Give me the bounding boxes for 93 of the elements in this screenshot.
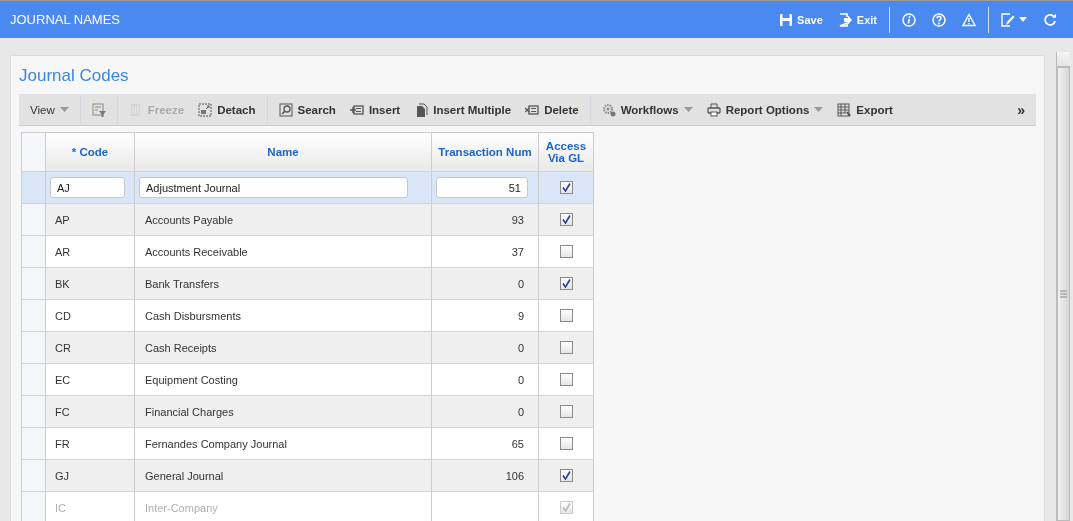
- table-cell: AR: [55, 245, 71, 258]
- table-cell: Equipment Costing: [145, 373, 238, 386]
- table-cell: 0: [517, 341, 524, 354]
- table-cell: 106: [505, 469, 524, 482]
- checkbox[interactable]: [559, 373, 573, 386]
- help-icon: [932, 12, 946, 27]
- table-cell: 0: [517, 277, 524, 290]
- table-row[interactable]: FC Financial Charges 0: [22, 396, 594, 428]
- table-cell: 9: [517, 309, 524, 322]
- table-cell: Bank Transfers: [145, 277, 219, 290]
- checkbox[interactable]: [559, 277, 573, 290]
- table-cell: BK: [55, 277, 70, 290]
- table-cell: Accounts Receivable: [145, 245, 248, 258]
- column-header[interactable]: Name: [135, 133, 432, 171]
- transaction-num-field[interactable]: 51: [436, 177, 528, 198]
- refresh-icon: [1043, 12, 1057, 27]
- detach-icon: [198, 102, 213, 117]
- insert-button[interactable]: Insert: [342, 97, 408, 122]
- detach-button[interactable]: Detach: [191, 97, 263, 122]
- grip-icon: [1060, 290, 1067, 298]
- row-selector[interactable]: [22, 300, 46, 331]
- table-cell: CD: [55, 309, 71, 322]
- table-cell: GJ: [55, 469, 70, 482]
- table-cell: EC: [55, 373, 71, 386]
- row-selector[interactable]: [22, 396, 46, 427]
- table-cell: Cash Disbursments: [145, 309, 241, 322]
- row-selector[interactable]: [22, 236, 46, 267]
- search-icon: [278, 102, 293, 117]
- row-selector[interactable]: [22, 428, 46, 459]
- panel-title: Journal Codes: [19, 66, 130, 86]
- table-cell: Cash Receipts: [145, 341, 217, 354]
- insert-icon: [349, 102, 364, 117]
- search-button[interactable]: Search: [271, 97, 343, 122]
- checkbox[interactable]: [559, 469, 573, 482]
- table-cell: FR: [55, 437, 70, 450]
- code-field[interactable]: AJ: [50, 177, 125, 198]
- table-cell: CR: [55, 341, 71, 354]
- row-selector[interactable]: [22, 268, 46, 299]
- checkbox[interactable]: [559, 213, 573, 226]
- checkbox[interactable]: [559, 341, 573, 354]
- delete-button[interactable]: Delete: [518, 97, 586, 122]
- table-cell: 65: [511, 437, 524, 450]
- table-cell: Accounts Payable: [145, 213, 234, 226]
- checkbox[interactable]: [559, 245, 573, 258]
- row-selector[interactable]: [22, 204, 46, 235]
- delete-icon: [525, 102, 540, 117]
- table-cell: Inter-Company: [145, 501, 218, 514]
- table-cell: General Journal: [145, 469, 224, 482]
- table-cell: 93: [511, 213, 524, 226]
- table-row[interactable]: CR Cash Receipts 0: [22, 332, 594, 364]
- table-row[interactable]: CD Cash Disbursments 9: [22, 300, 594, 332]
- column-header[interactable]: * Code: [46, 133, 135, 171]
- table-cell: AP: [55, 213, 70, 226]
- column-header[interactable]: Access Via GL: [539, 133, 594, 171]
- row-selector[interactable]: [22, 460, 46, 491]
- table-cell: 0: [517, 373, 524, 386]
- table-row[interactable]: FR Fernandes Company Journal 65: [22, 428, 594, 460]
- workflows-button[interactable]: Workflows: [594, 97, 700, 122]
- warning-icon: [962, 12, 976, 27]
- table-row[interactable]: EC Equipment Costing 0: [22, 364, 594, 396]
- view-button[interactable]: View: [23, 97, 76, 122]
- table-cell: Fernandes Company Journal: [145, 437, 287, 450]
- table-cell: IC: [55, 501, 66, 514]
- table-cell: Financial Charges: [145, 405, 234, 418]
- table-row[interactable]: AJ Adjustment Journal 51: [22, 172, 594, 204]
- checkbox[interactable]: [559, 309, 573, 322]
- print-button[interactable]: Report Options: [699, 97, 831, 122]
- table-cell: FC: [55, 405, 70, 418]
- export-button[interactable]: Export: [830, 97, 900, 122]
- row-selector[interactable]: [22, 332, 46, 363]
- column-header[interactable]: Transaction Num: [432, 133, 539, 171]
- table-cell: 0: [517, 405, 524, 418]
- documents-icon: [414, 102, 429, 117]
- table-row[interactable]: GJ General Journal 106: [22, 460, 594, 492]
- info-icon: [902, 12, 916, 27]
- printer-icon: [706, 102, 721, 117]
- insert-multiple-button[interactable]: Insert Multiple: [407, 97, 519, 122]
- more-button[interactable]: »: [1010, 97, 1032, 122]
- spreadsheet-icon: [837, 102, 852, 117]
- gears-icon: [601, 102, 616, 117]
- table-row[interactable]: AP Accounts Payable 93: [22, 204, 594, 236]
- name-field[interactable]: Adjustment Journal: [139, 177, 408, 198]
- checkbox[interactable]: [559, 437, 573, 450]
- filter-icon: [91, 102, 106, 117]
- table-row[interactable]: BK Bank Transfers 0: [22, 268, 594, 300]
- window-title: JOURNAL NAMES: [10, 12, 121, 27]
- row-selector[interactable]: [22, 364, 46, 395]
- checkbox[interactable]: [559, 181, 573, 194]
- table-cell: 37: [511, 245, 524, 258]
- checkbox[interactable]: [559, 405, 573, 418]
- scroll-up-icon[interactable]: [1057, 52, 1070, 67]
- edit-icon: [1001, 12, 1015, 27]
- table-row[interactable]: AR Accounts Receivable 37: [22, 236, 594, 268]
